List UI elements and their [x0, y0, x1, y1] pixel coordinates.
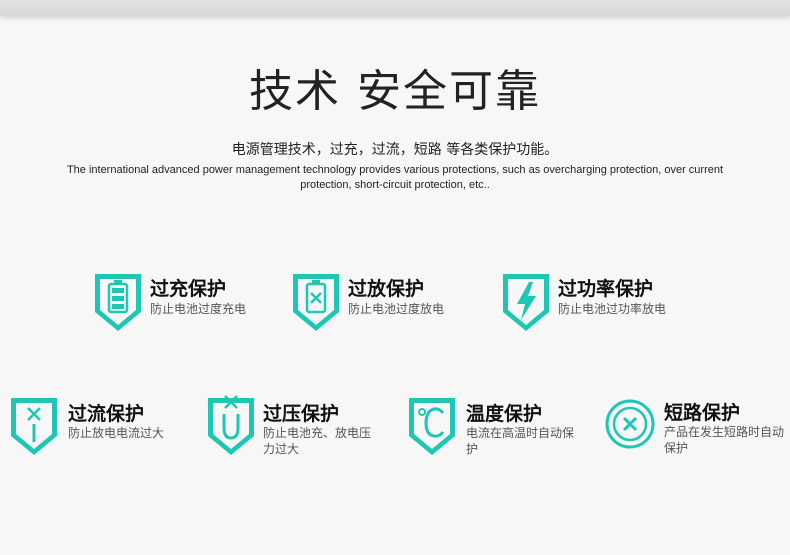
top-bar	[0, 0, 790, 16]
feature-desc: 防止电池过度放电	[348, 302, 445, 316]
subtitle-chinese: 电源管理技术，过充，过流，短路 等各类保护功能。	[231, 142, 559, 158]
battery-x-icon	[293, 274, 339, 331]
circle-x-icon	[605, 399, 655, 449]
feature-title: 过压保护	[263, 403, 340, 425]
x-current-icon	[11, 398, 57, 455]
u-voltage-icon	[208, 395, 254, 455]
feature-title: 短路保护	[664, 402, 741, 424]
feature-desc: 防止电池过度充电	[150, 302, 247, 316]
feature-title: 过流保护	[68, 403, 145, 425]
feature-title: 过放保护	[348, 278, 425, 300]
battery-full-icon	[95, 274, 141, 331]
feature-title: 过充保护	[150, 278, 227, 300]
page-title: 技术 安全可靠	[249, 66, 541, 117]
feature-desc: 防止电池充、放电压力过大	[263, 426, 372, 456]
feature-desc: 产品在发生短路时自动保护	[664, 425, 785, 455]
feature-title: 温度保护	[466, 403, 543, 425]
subtitle-english: The international advanced power managem…	[66, 164, 724, 191]
celsius-icon	[409, 398, 455, 455]
feature-desc: 防止放电电流过大	[68, 426, 165, 440]
lightning-icon	[503, 274, 549, 331]
feature-title: 过功率保护	[558, 278, 654, 300]
feature-desc: 电流在高温时自动保护	[466, 426, 575, 456]
feature-desc: 防止电池过功率放电	[558, 302, 667, 316]
